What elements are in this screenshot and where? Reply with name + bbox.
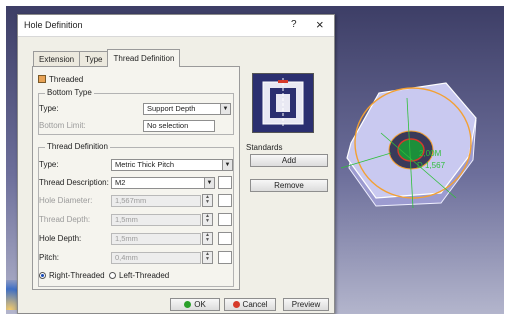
thread-depth-label: Thread Depth: (39, 215, 91, 224)
tab-thread-definition[interactable]: Thread Definition (107, 49, 181, 67)
thread-type-label: Type: (39, 160, 59, 169)
hole-depth-value: 1,5mm (115, 234, 138, 243)
hole-depth-label: Hole Depth: (39, 234, 82, 243)
hole-definition-dialog: Hole Definition ? × Extension Type Threa… (17, 14, 335, 314)
hole-diameter-label: Hole Diameter: (39, 196, 93, 205)
formula-icon[interactable] (218, 176, 232, 189)
left-threaded-label: Left-Threaded (119, 271, 170, 280)
bottom-type-value: Support Depth (147, 104, 196, 113)
pitch-label: Pitch: (39, 253, 60, 262)
formula-icon[interactable] (218, 232, 232, 245)
hole-diameter-field[interactable]: 1,567mm (111, 195, 201, 207)
thread-description-label: Thread Description: (39, 178, 109, 187)
thread-type-value: Metric Thick Pitch (115, 160, 175, 169)
bottom-type-group-title: Bottom Type (45, 88, 94, 97)
pitch-value: 0,4mm (115, 253, 138, 262)
thread-depth-value: 1,5mm (115, 215, 138, 224)
thread-description-value: M2 (115, 178, 126, 187)
dialog-title: Hole Definition (24, 20, 83, 30)
hole-depth-spinner[interactable]: ▲ ▼ (202, 232, 213, 245)
chevron-down-icon: ▼ (204, 178, 214, 188)
bottom-type-group: Bottom Type Type: Support Depth ▼ Bottom… (38, 88, 234, 135)
bottom-limit-field[interactable]: No selection (143, 120, 215, 132)
diameter-annotation-2: D 1,567 (417, 161, 446, 170)
standards-label: Standards (246, 143, 283, 152)
formula-icon[interactable] (218, 194, 232, 207)
formula-icon[interactable] (218, 213, 232, 226)
pitch-spinner[interactable]: ▲ ▼ (202, 251, 213, 264)
formula-icon[interactable] (218, 251, 232, 264)
threaded-label: Threaded (49, 75, 84, 84)
thread-definition-group-title: Thread Definition (45, 142, 110, 151)
right-threaded-label: Right-Threaded (49, 271, 105, 280)
add-standard-button[interactable]: Add (250, 154, 328, 167)
ok-button[interactable]: OK (170, 298, 220, 311)
help-button[interactable]: ? (291, 19, 297, 30)
thread-preview-image (252, 73, 314, 133)
screenshot-frame: 2,00M D 1,567 Hole Definition ? × Extens… (6, 6, 504, 314)
hole-depth-field[interactable]: 1,5mm (111, 233, 201, 245)
bottom-type-label: Type: (39, 104, 59, 113)
bottom-type-select[interactable]: Support Depth ▼ (143, 103, 231, 115)
thread-definition-group: Thread Definition Type: Metric Thick Pit… (38, 142, 234, 287)
tab-bar: Extension Type Thread Definition (33, 49, 181, 67)
preview-button[interactable]: Preview (283, 298, 329, 311)
hole-diameter-spinner[interactable]: ▲ ▼ (202, 194, 213, 207)
ok-icon (184, 301, 192, 308)
remove-standard-button[interactable]: Remove (250, 179, 328, 192)
threaded-checkbox[interactable] (38, 75, 46, 83)
hole-diameter-value: 1,567mm (115, 196, 147, 205)
right-threaded-radio[interactable] (39, 272, 46, 279)
tab-type[interactable]: Type (79, 51, 109, 67)
left-threaded-radio[interactable] (109, 272, 116, 279)
pitch-field[interactable]: 0,4mm (111, 252, 201, 264)
hex-nut-part[interactable]: 2,00M D 1,567 (341, 58, 481, 208)
thread-diagram-icon (262, 78, 304, 128)
thread-depth-spinner[interactable]: ▲ ▼ (202, 213, 213, 226)
cancel-icon (232, 301, 240, 308)
ok-label: OK (194, 300, 206, 309)
cancel-label: Cancel (242, 300, 268, 309)
thread-definition-panel: Threaded Bottom Type Type: Support Depth… (32, 66, 240, 290)
chevron-down-icon: ▼ (220, 104, 230, 114)
bottom-limit-value: No selection (147, 121, 189, 130)
cancel-button[interactable]: Cancel (224, 298, 276, 311)
dialog-titlebar: Hole Definition ? × (18, 15, 334, 37)
bottom-limit-label: Bottom Limit: (39, 121, 86, 130)
thread-type-select[interactable]: Metric Thick Pitch ▼ (111, 159, 233, 171)
thread-description-select[interactable]: M2 ▼ (111, 177, 215, 189)
thread-depth-field[interactable]: 1,5mm (111, 214, 201, 226)
tab-extension[interactable]: Extension (33, 51, 81, 67)
close-button[interactable]: × (316, 17, 324, 32)
diameter-annotation-1: 2,00M (419, 149, 442, 158)
chevron-down-icon: ▼ (222, 160, 232, 170)
